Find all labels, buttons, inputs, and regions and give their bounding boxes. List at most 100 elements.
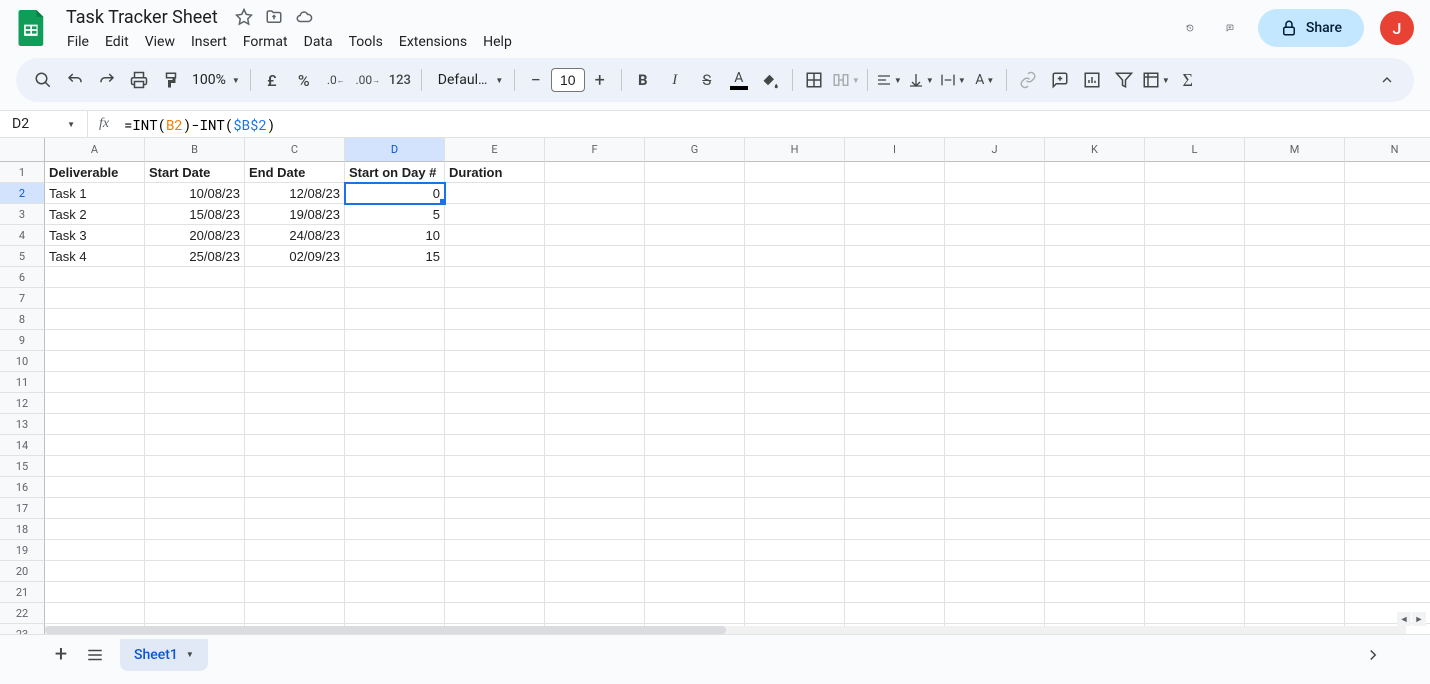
merge-cells-icon[interactable]: ▼ [831,65,861,95]
row-header-4[interactable]: 4 [0,225,45,246]
cell-D14[interactable] [345,435,445,456]
cell-F16[interactable] [545,477,645,498]
col-header-H[interactable]: H [745,138,845,162]
cell-K18[interactable] [1045,519,1145,540]
cell-H12[interactable] [745,393,845,414]
cell-E7[interactable] [445,288,545,309]
cell-J20[interactable] [945,561,1045,582]
increase-decimal-icon[interactable]: .00→ [353,65,383,95]
cell-L10[interactable] [1145,351,1245,372]
cell-C2[interactable]: 12/08/23 [245,183,345,204]
cell-N17[interactable] [1345,498,1430,519]
cell-K9[interactable] [1045,330,1145,351]
cell-M2[interactable] [1245,183,1345,204]
cell-H3[interactable] [745,204,845,225]
cell-E15[interactable] [445,456,545,477]
cell-A6[interactable] [45,267,145,288]
cell-L8[interactable] [1145,309,1245,330]
cell-L16[interactable] [1145,477,1245,498]
cell-B10[interactable] [145,351,245,372]
cell-M1[interactable] [1245,162,1345,183]
cell-F19[interactable] [545,540,645,561]
menu-view[interactable]: View [138,32,182,52]
cell-G19[interactable] [645,540,745,561]
cell-B20[interactable] [145,561,245,582]
avatar[interactable]: J [1380,11,1414,45]
row-header-2[interactable]: 2 [0,183,45,204]
menu-data[interactable]: Data [297,32,340,52]
cell-D20[interactable] [345,561,445,582]
cell-E10[interactable] [445,351,545,372]
cell-H9[interactable] [745,330,845,351]
cell-M7[interactable] [1245,288,1345,309]
cell-K3[interactable] [1045,204,1145,225]
cell-C5[interactable]: 02/09/23 [245,246,345,267]
col-header-D[interactable]: D [345,138,445,162]
cell-L7[interactable] [1145,288,1245,309]
cell-K7[interactable] [1045,288,1145,309]
cell-M21[interactable] [1245,582,1345,603]
cell-E17[interactable] [445,498,545,519]
cell-M14[interactable] [1245,435,1345,456]
cell-I17[interactable] [845,498,945,519]
cell-C20[interactable] [245,561,345,582]
cell-C17[interactable] [245,498,345,519]
row-header-16[interactable]: 16 [0,477,45,498]
cell-B8[interactable] [145,309,245,330]
cell-G1[interactable] [645,162,745,183]
cell-I3[interactable] [845,204,945,225]
cell-A22[interactable] [45,603,145,624]
cell-F9[interactable] [545,330,645,351]
decrease-font-icon[interactable]: − [521,65,551,95]
cell-N8[interactable] [1345,309,1430,330]
text-color-icon[interactable]: A [724,65,754,95]
cell-C16[interactable] [245,477,345,498]
cell-N14[interactable] [1345,435,1430,456]
cell-H22[interactable] [745,603,845,624]
scroll-left-icon[interactable]: ◄ [1397,612,1411,626]
cell-F22[interactable] [545,603,645,624]
cell-D15[interactable] [345,456,445,477]
cell-E22[interactable] [445,603,545,624]
col-header-J[interactable]: J [945,138,1045,162]
cell-K22[interactable] [1045,603,1145,624]
cell-D21[interactable] [345,582,445,603]
cell-J4[interactable] [945,225,1045,246]
row-header-19[interactable]: 19 [0,540,45,561]
cell-C4[interactable]: 24/08/23 [245,225,345,246]
cell-A15[interactable] [45,456,145,477]
name-box[interactable]: D2▼ [0,111,88,137]
cell-I5[interactable] [845,246,945,267]
cell-N13[interactable] [1345,414,1430,435]
cell-L2[interactable] [1145,183,1245,204]
cell-C21[interactable] [245,582,345,603]
cell-B3[interactable]: 15/08/23 [145,204,245,225]
cell-J18[interactable] [945,519,1045,540]
cell-F5[interactable] [545,246,645,267]
vertical-align-icon[interactable]: ▼ [906,65,936,95]
cell-E1[interactable]: Duration [445,162,545,183]
more-formats-icon[interactable]: 123 [385,65,415,95]
cell-B14[interactable] [145,435,245,456]
cell-C12[interactable] [245,393,345,414]
cell-I22[interactable] [845,603,945,624]
filter-icon[interactable] [1109,65,1139,95]
horizontal-scrollbar[interactable] [45,626,1406,634]
cell-I12[interactable] [845,393,945,414]
row-header-12[interactable]: 12 [0,393,45,414]
col-header-B[interactable]: B [145,138,245,162]
cell-H13[interactable] [745,414,845,435]
cell-E8[interactable] [445,309,545,330]
cell-E19[interactable] [445,540,545,561]
cell-A17[interactable] [45,498,145,519]
cell-L19[interactable] [1145,540,1245,561]
cell-L5[interactable] [1145,246,1245,267]
col-header-K[interactable]: K [1045,138,1145,162]
cell-A20[interactable] [45,561,145,582]
cell-I6[interactable] [845,267,945,288]
cell-M16[interactable] [1245,477,1345,498]
cell-E16[interactable] [445,477,545,498]
text-wrap-icon[interactable]: ▼ [938,65,968,95]
row-header-17[interactable]: 17 [0,498,45,519]
paint-format-icon[interactable] [156,65,186,95]
